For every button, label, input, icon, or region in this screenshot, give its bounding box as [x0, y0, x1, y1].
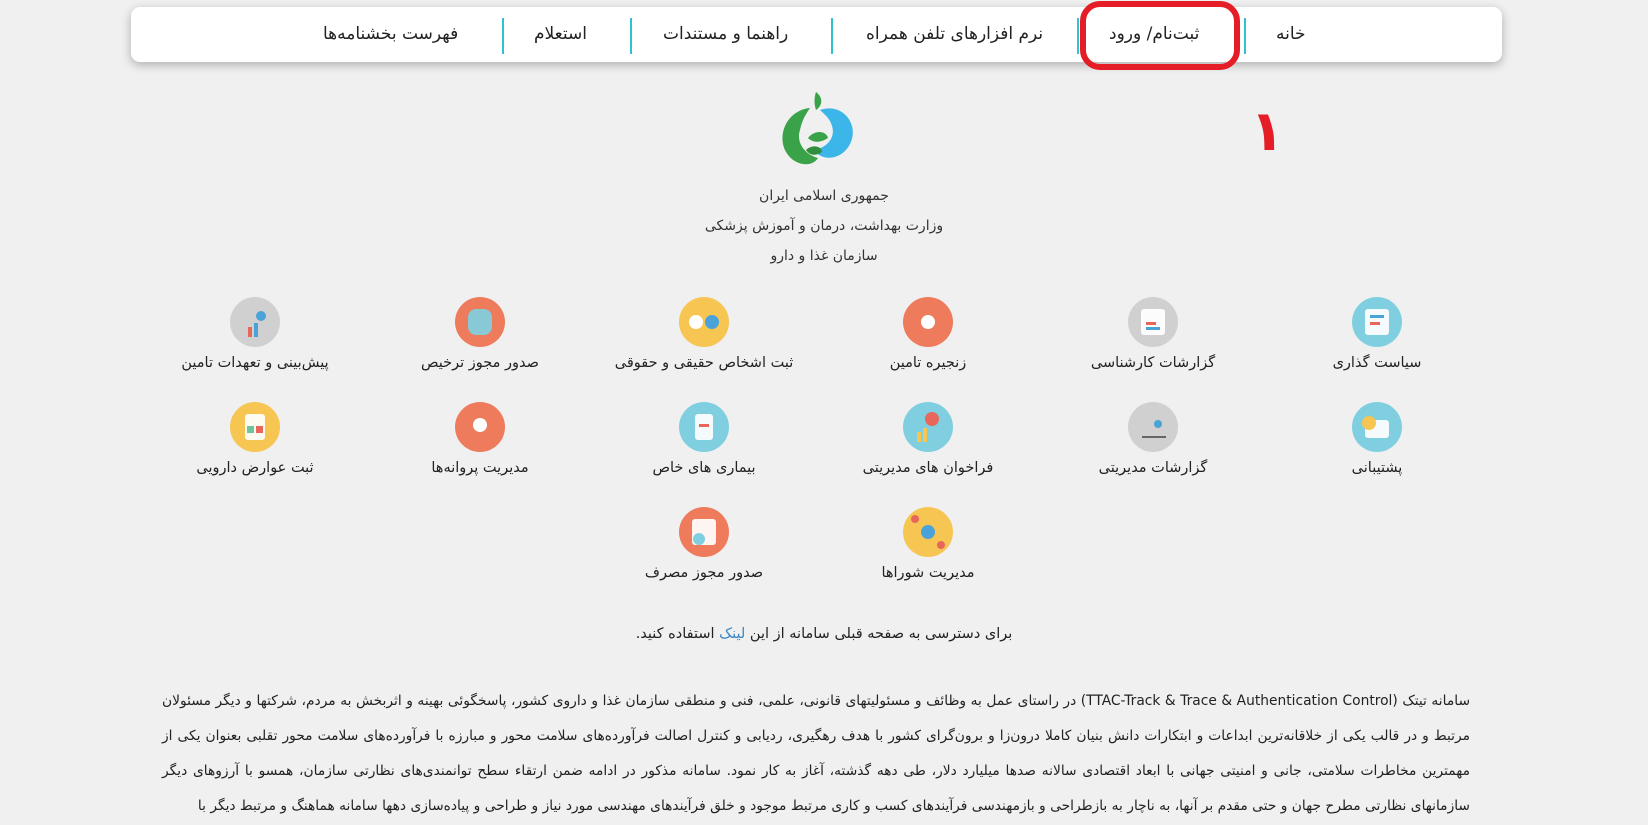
nav-item-guides-docs[interactable]: راهنما و مستندات: [663, 7, 788, 62]
service-supply-chain[interactable]: زنجیره تامین: [823, 297, 1033, 371]
previous-version-notice: برای دسترسی به صفحه قبلی سامانه از این ل…: [0, 626, 1648, 642]
service-clearance-permit[interactable]: صدور مجوز ترخیص: [375, 297, 585, 371]
header-country: جمهوری اسلامی ایران: [759, 188, 889, 204]
service-consumption-permit[interactable]: صدور مجوز مصرف: [599, 507, 809, 581]
nav-item-inquiry[interactable]: استعلام: [534, 7, 587, 62]
service-label: ثبت عوارض دارویی: [196, 460, 314, 476]
service-label: مدیریت شوراها: [881, 565, 975, 581]
nav-separator: [630, 18, 632, 54]
clearance-permit-icon: [455, 297, 505, 347]
nav-separator: [831, 18, 833, 54]
previous-version-link[interactable]: لینک: [719, 626, 745, 642]
highlight-annotation-box: [1080, 1, 1240, 70]
service-expert-reports[interactable]: گزارشات کارشناسی: [1048, 297, 1258, 371]
councils-icon: [903, 507, 953, 557]
system-description: سامانه تیتک (TTAC-Track & Trace & Authen…: [162, 693, 1471, 814]
service-label: صدور مجوز مصرف: [644, 565, 764, 581]
expert-report-icon: [1128, 297, 1178, 347]
nav-item-circulars[interactable]: فهرست بخشنامه‌ها: [323, 7, 458, 62]
management-report-icon: [1128, 402, 1178, 452]
service-label: ثبت اشخاص حقیقی و حقوقی: [614, 355, 794, 371]
step-number-annotation: ۱: [1250, 99, 1285, 164]
nav-separator: [502, 18, 504, 54]
service-label: زنجیره تامین: [889, 355, 967, 371]
service-label: پیش‌بینی و تعهدات تامین: [181, 355, 329, 371]
service-license-management[interactable]: مدیریت پروانه‌ها: [375, 402, 585, 476]
special-diseases-icon: [679, 402, 729, 452]
service-label: فراخوان های مدیریتی: [862, 460, 994, 476]
service-management-calls[interactable]: فراخوان های مدیریتی: [823, 402, 1033, 476]
support-icon: [1352, 402, 1402, 452]
supply-chain-icon: [903, 297, 953, 347]
service-special-diseases[interactable]: بیماری های خاص: [599, 402, 809, 476]
service-management-reports[interactable]: گزارشات مدیریتی: [1048, 402, 1258, 476]
notice-text: برای دسترسی به صفحه قبلی سامانه از این: [745, 626, 1013, 642]
service-label: صدور مجوز ترخیص: [421, 355, 539, 371]
service-drug-side-effects[interactable]: ثبت عوارض دارویی: [150, 402, 360, 476]
header-organization: سازمان غذا و دارو: [770, 248, 878, 264]
management-call-icon: [903, 402, 953, 452]
header-ministry: وزارت بهداشت، درمان و آموزش پزشکی: [704, 218, 944, 234]
service-label: سیاست گذاری: [1332, 355, 1422, 371]
service-councils[interactable]: مدیریت شوراها: [823, 507, 1033, 581]
service-forecast[interactable]: پیش‌بینی و تعهدات تامین: [150, 297, 360, 371]
drug-side-effects-icon: [230, 402, 280, 452]
people-registration-icon: [679, 297, 729, 347]
service-support[interactable]: پشتیبانی: [1272, 402, 1482, 476]
service-label: پشتیبانی: [1351, 460, 1403, 476]
service-label: مدیریت پروانه‌ها: [431, 460, 529, 476]
notice-text-end: استفاده کنید.: [635, 626, 720, 642]
nav-separator: [1244, 18, 1246, 54]
nav-item-mobile-apps[interactable]: نرم افزارهای تلفن همراه: [866, 7, 1043, 62]
fda-logo: [782, 92, 853, 165]
service-label: گزارشات مدیریتی: [1098, 460, 1208, 476]
top-navbar: خانه ثبت‌نام/ ورود نرم افزارهای تلفن همر…: [131, 7, 1502, 62]
service-people-registration[interactable]: ثبت اشخاص حقیقی و حقوقی: [599, 297, 809, 371]
forecast-icon: [230, 297, 280, 347]
service-policy[interactable]: سیاست گذاری: [1272, 297, 1482, 371]
nav-item-home[interactable]: خانه: [1276, 7, 1306, 62]
license-management-icon: [455, 402, 505, 452]
service-label: گزارشات کارشناسی: [1090, 355, 1216, 371]
nav-separator: [1077, 18, 1079, 54]
policy-icon: [1352, 297, 1402, 347]
consumption-permit-icon: [679, 507, 729, 557]
service-label: بیماری های خاص: [652, 460, 756, 476]
